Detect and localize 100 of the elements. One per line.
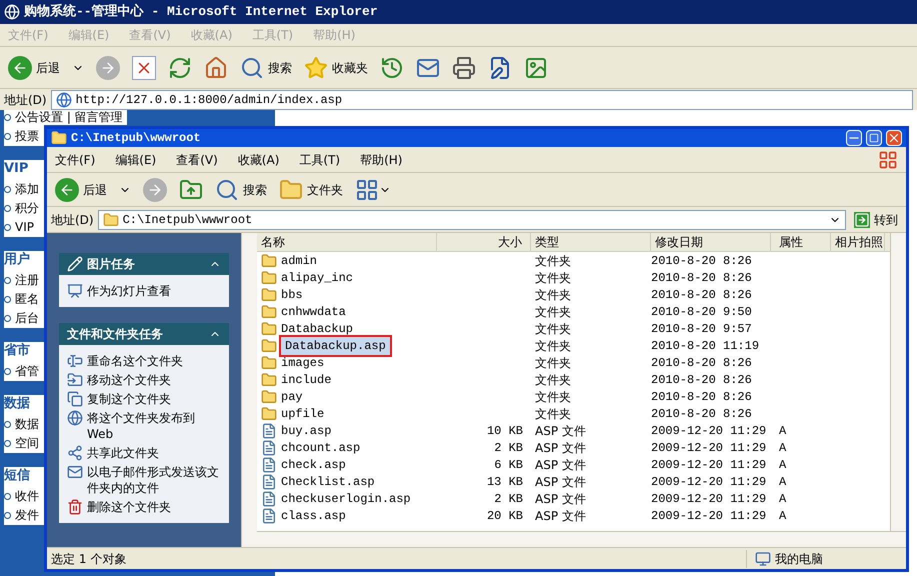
menu-item[interactable]: 文件(F): [55, 150, 96, 168]
star-icon: [304, 56, 328, 80]
minimize-button[interactable]: [846, 130, 862, 146]
file-name[interactable]: buy.asp: [281, 422, 332, 440]
column-header[interactable]: 修改日期: [651, 233, 771, 251]
file-name[interactable]: class.asp: [281, 506, 346, 524]
type-cell-text: ASP 文件: [534, 490, 587, 508]
task-link[interactable]: 重命名这个文件夹: [87, 353, 183, 369]
size-cell-text: 2 KB: [493, 490, 524, 508]
attributes-cell-text: A: [778, 474, 788, 490]
file-name[interactable]: admin: [281, 252, 318, 270]
file-name[interactable]: alipay_inc: [281, 268, 354, 286]
file-name[interactable]: Databackup.asp: [281, 336, 390, 354]
file-icon: [261, 490, 277, 506]
mail-icon: [67, 464, 83, 480]
panel-title: 图片任务: [87, 256, 136, 273]
globe-icon: [67, 410, 83, 426]
home-icon[interactable]: [204, 56, 228, 80]
views-button[interactable]: [355, 178, 391, 202]
vertical-scrollbar[interactable]: [241, 233, 257, 547]
printer-icon[interactable]: [452, 56, 476, 80]
file-icon: [261, 440, 277, 456]
task-link[interactable]: 删除这个文件夹: [87, 499, 171, 515]
date-cell-text: 2010-8-20 8:26: [651, 354, 753, 372]
address-field[interactable]: C:\Inetpub\wwwroot: [98, 210, 846, 230]
type-cell-text: ASP 文件: [534, 508, 587, 524]
size-cell-text: 2 KB: [493, 440, 524, 456]
date-cell-text: 2009-12-20 11:29: [651, 456, 768, 474]
column-header[interactable]: 类型: [531, 233, 651, 251]
column-header[interactable]: 名称: [257, 233, 437, 251]
edit-icon[interactable]: [488, 56, 512, 80]
move-icon: [67, 372, 83, 388]
status-location: 我的电脑: [775, 550, 823, 568]
task-link[interactable]: 将这个文件夹发布到 Web: [87, 410, 221, 442]
search-icon: [215, 178, 239, 202]
file-name[interactable]: pay: [281, 388, 303, 406]
delete-icon: [67, 499, 83, 515]
file-name[interactable]: checkuserlogin.asp: [281, 490, 411, 508]
file-name[interactable]: Checklist.asp: [281, 472, 375, 490]
date-cell-text: 2010-8-20 9:57: [651, 320, 753, 338]
attributes-cell-text: A: [778, 440, 788, 456]
search-button[interactable]: 搜索: [215, 178, 267, 202]
history-icon[interactable]: [380, 56, 404, 80]
favorites-button[interactable]: 收藏夹: [304, 56, 368, 80]
folders-button[interactable]: 文件夹: [279, 178, 343, 202]
window-title: C:\Inetpub\wwwroot: [71, 130, 202, 147]
sidebar-link[interactable]: 公告设置 | 留言管理: [4, 110, 127, 125]
file-name[interactable]: images: [281, 354, 324, 372]
attributes-cell-text: A: [778, 508, 788, 524]
task-link[interactable]: 共享此文件夹: [87, 445, 159, 461]
size-cell-text: 10 KB: [486, 422, 524, 440]
refresh-icon[interactable]: [168, 56, 192, 80]
maximize-button[interactable]: [866, 130, 882, 146]
file-name[interactable]: chcount.asp: [281, 438, 360, 456]
sidebar-heading: VIP: [4, 160, 28, 178]
date-cell-text: 2010-8-20 8:26: [651, 252, 753, 270]
back-button[interactable]: 后退: [55, 178, 107, 202]
search-button[interactable]: 搜索: [240, 56, 292, 80]
file-name[interactable]: bbs: [281, 286, 303, 304]
menu-item[interactable]: 编辑(E): [115, 150, 156, 168]
file-name[interactable]: check.asp: [281, 456, 346, 474]
column-header[interactable]: 属性: [771, 233, 831, 251]
column-header[interactable]: 大小: [437, 233, 531, 251]
file-name[interactable]: include: [281, 370, 332, 388]
picture-icon[interactable]: [524, 56, 548, 80]
vertical-scrollbar[interactable]: [890, 233, 906, 531]
type-cell-text: 文件夹: [534, 320, 572, 338]
attributes-cell-text: A: [778, 490, 788, 508]
type-cell-text: 文件夹: [534, 338, 572, 354]
projector-icon: [67, 283, 83, 299]
menu-item[interactable]: 帮助(H): [360, 150, 402, 168]
rename-icon: [67, 353, 83, 369]
size-cell-text: 13 KB: [486, 474, 524, 490]
search-icon: [240, 56, 264, 80]
task-link[interactable]: 复制这个文件夹: [87, 391, 171, 407]
close-button[interactable]: [886, 130, 902, 146]
address-field[interactable]: http://127.0.0.1:8000/admin/index.asp: [50, 90, 913, 110]
type-cell-text: 文件夹: [534, 372, 572, 388]
menu-item[interactable]: 查看(V): [176, 150, 218, 168]
file-name[interactable]: upfile: [281, 404, 324, 422]
file-name[interactable]: cnhwwdata: [281, 302, 346, 320]
file-name[interactable]: Databackup: [281, 320, 354, 338]
column-header[interactable]: 相片拍照: [831, 233, 885, 251]
type-cell-text: 文件夹: [534, 252, 572, 270]
task-link[interactable]: 移动这个文件夹: [87, 372, 171, 388]
stop-icon[interactable]: [132, 56, 156, 80]
horizontal-scrollbar[interactable]: [257, 531, 906, 547]
folder-up-icon[interactable]: [179, 178, 203, 202]
sidebar-heading: 省市: [4, 342, 30, 360]
attributes-cell-text: A: [778, 422, 788, 440]
file-icon: [261, 456, 277, 472]
task-link[interactable]: 以电子邮件形式发送该文件夹内的文件: [87, 464, 221, 496]
back-button[interactable]: 后退: [8, 56, 60, 80]
menu-item[interactable]: 工具(T): [299, 150, 340, 168]
address-label: 地址(D): [51, 212, 94, 228]
type-cell-text: 文件夹: [534, 354, 572, 372]
menu-item[interactable]: 收藏(A): [238, 150, 280, 168]
task-link[interactable]: 作为幻灯片查看: [87, 283, 171, 299]
go-button[interactable]: 转到: [850, 210, 902, 228]
file-icon: [261, 422, 277, 438]
